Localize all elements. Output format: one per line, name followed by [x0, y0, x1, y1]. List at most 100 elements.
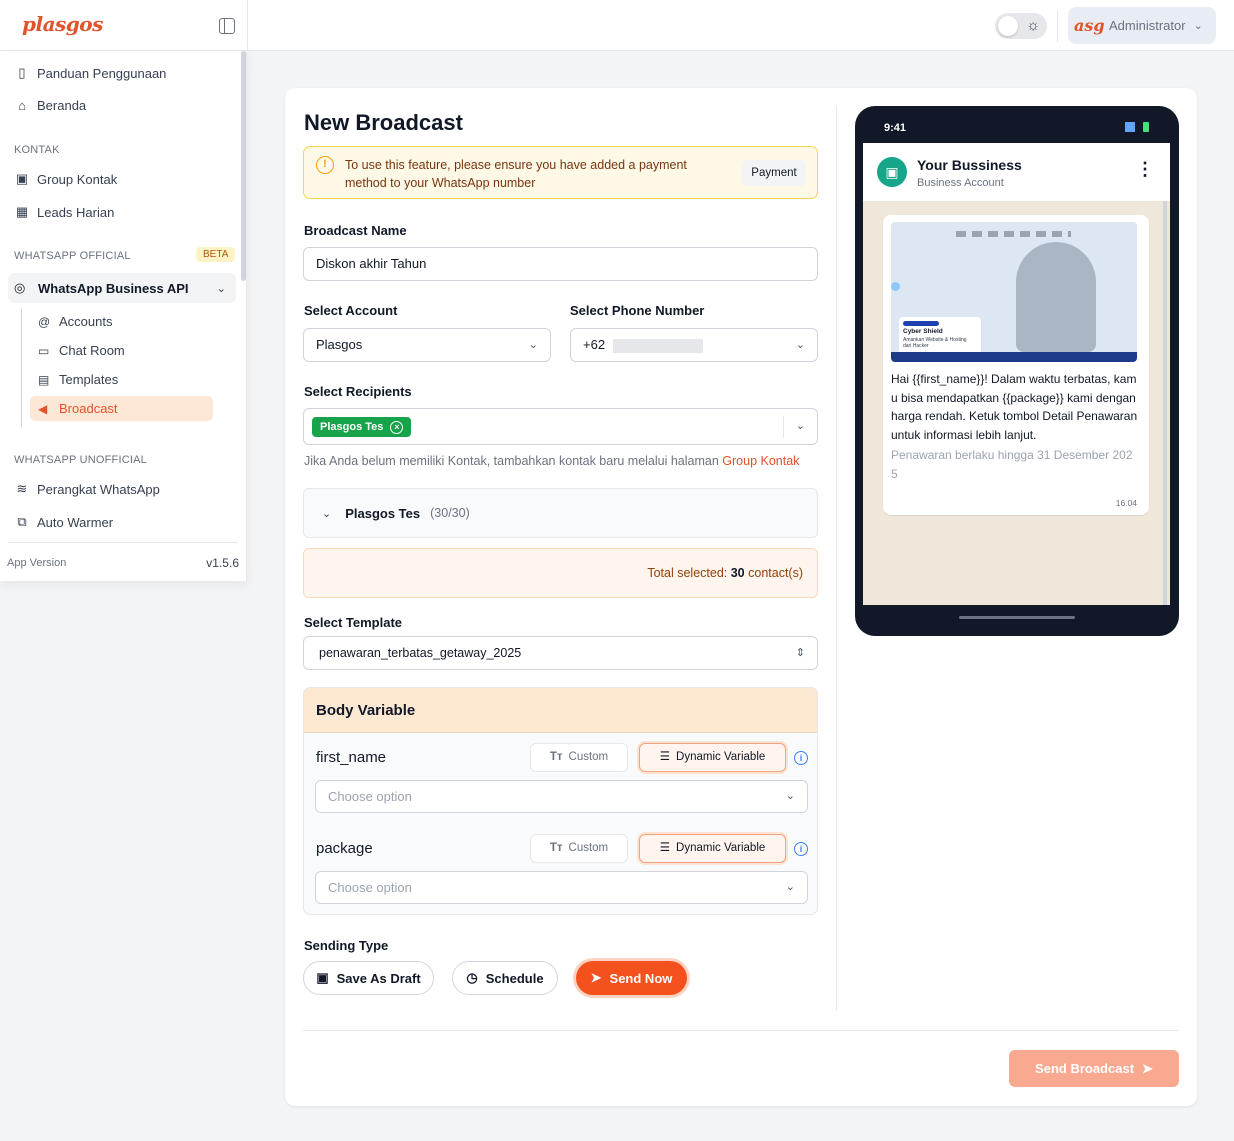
select-template-label: Select Template — [304, 615, 403, 630]
recipient-tag[interactable]: Plasgos Tes × — [312, 417, 412, 437]
divider — [303, 1030, 1179, 1031]
app-version-label: App Version — [7, 557, 67, 569]
recipients-select[interactable]: Plasgos Tes × ⌄ — [303, 408, 818, 445]
sidebar-item-panduan[interactable]: ▯ Panduan Penggunaan — [14, 65, 166, 81]
sidebar-item-beranda[interactable]: ⌂ Beranda — [14, 98, 86, 113]
sidebar-item-broadcast[interactable]: ◀ Broadcast — [30, 396, 213, 421]
app-version-value: v1.5.6 — [206, 556, 239, 570]
dynamic-variable-button[interactable]: ☰ Dynamic Variable — [639, 834, 786, 863]
image-stripe — [891, 352, 1137, 362]
body-variable-panel: Body Variable first_name Tт Custom ☰ Dynam… — [303, 687, 818, 915]
close-icon[interactable]: × — [390, 420, 404, 434]
redacted-phone — [612, 338, 703, 353]
select-account-value: Plasgos — [316, 337, 363, 352]
divider — [247, 0, 248, 51]
message-bubble: Cyber Shield Amankan Website & Hosting d… — [883, 215, 1149, 515]
chevron-down-icon: ⌄ — [216, 282, 226, 295]
list-icon: ☰ — [659, 751, 671, 763]
select-phone-label: Select Phone Number — [570, 303, 705, 318]
sidebar-scrollbar[interactable] — [241, 51, 246, 281]
sidebar-item-whatsapp-api[interactable]: ◎ WhatsApp Business API ⌄ — [8, 273, 236, 303]
send-broadcast-label: Send Broadcast — [1035, 1061, 1135, 1076]
hacker-figure — [1016, 242, 1096, 352]
send-broadcast-button[interactable]: Send Broadcast ➤ — [1009, 1050, 1179, 1087]
toggle-knob — [998, 16, 1018, 36]
save-draft-button[interactable]: ▣ Save As Draft — [303, 961, 434, 995]
sidebar-item-label: Leads Harian — [37, 204, 115, 220]
save-icon: ▣ — [316, 970, 329, 985]
sidebar-item-group-kontak[interactable]: ▣ Group Kontak — [14, 171, 117, 187]
list-icon: ☰ — [659, 842, 671, 854]
business-name: Your Bussiness — [917, 157, 1022, 173]
total-selected: Total selected: 30 contact(s) — [303, 548, 818, 598]
book-icon: ▯ — [18, 65, 26, 80]
chevron-down-icon: ⌄ — [528, 339, 538, 351]
sidebar-item-perangkat[interactable]: ≋ Perangkat WhatsApp — [14, 481, 160, 497]
sidebar-item-label: Panduan Penggunaan — [37, 65, 167, 81]
theme-toggle[interactable]: ☼ — [995, 13, 1047, 39]
sidebar-item-label: Group Kontak — [37, 171, 118, 187]
sidebar-item-accounts[interactable]: @ Accounts — [30, 309, 213, 334]
wifi-icon: ≋ — [16, 481, 28, 496]
choose-option-select[interactable]: Choose option ⌄ — [315, 871, 808, 904]
info-icon[interactable]: i — [794, 751, 808, 765]
sidebar-item-chat-room[interactable]: ▭ Chat Room — [30, 338, 213, 363]
total-count: 30 — [730, 566, 745, 580]
promo-title: Cyber Shield — [903, 328, 943, 335]
sidebar-item-auto-warmer[interactable]: ⧉ Auto Warmer — [14, 514, 113, 530]
divider — [1057, 10, 1058, 42]
status-time: 9:41 — [884, 122, 907, 134]
send-icon: ➤ — [590, 970, 602, 985]
info-icon[interactable]: i — [794, 842, 808, 856]
select-phone-dropdown[interactable]: +62 ⌄ — [570, 328, 818, 362]
user-name: Administrator — [1109, 18, 1186, 33]
schedule-button[interactable]: ◷ Schedule — [452, 961, 558, 995]
select-account-dropdown[interactable]: Plasgos ⌄ — [303, 328, 551, 362]
calendar-icon: ▦ — [15, 204, 29, 219]
preview-scrollbar[interactable] — [1163, 201, 1167, 605]
chevron-down-icon: ⌄ — [795, 339, 805, 351]
chat-icon: ▭ — [38, 343, 50, 358]
brand-logo[interactable]: plasgos — [22, 12, 103, 36]
status-icons — [1125, 122, 1151, 132]
select-template-dropdown[interactable]: penawaran_terbatas_getaway_2025 ⇕ — [303, 636, 818, 670]
sending-type-label: Sending Type — [304, 938, 389, 953]
chevron-down-icon: ⌄ — [785, 790, 795, 802]
home-icon: ⌂ — [18, 98, 26, 113]
battery-icon — [1143, 122, 1149, 132]
broadcast-name-input[interactable]: Diskon akhir Tahun — [303, 247, 818, 281]
sidebar-item-templates[interactable]: ▤ Templates — [30, 367, 213, 392]
sidebar-collapse-icon[interactable] — [219, 18, 235, 34]
message-time: 16.04 — [1115, 498, 1137, 508]
sidebar-item-label: Beranda — [37, 98, 87, 113]
group-accordion[interactable]: ⌄ Plasgos Tes (30/30) — [303, 488, 818, 538]
signal-icon — [1125, 122, 1135, 132]
send-now-button[interactable]: ➤ Send Now — [576, 961, 687, 995]
megaphone-icon: ◀ — [38, 401, 48, 416]
dynamic-label: Dynamic Variable — [676, 842, 766, 854]
clock-icon: ◷ — [466, 970, 478, 985]
select-recipients-label: Select Recipients — [304, 384, 412, 399]
sidebar-item-leads-harian[interactable]: ▦ Leads Harian — [14, 204, 114, 220]
message-image: Cyber Shield Amankan Website & Hosting d… — [891, 222, 1137, 362]
choose-option-select[interactable]: Choose option ⌄ — [315, 780, 808, 813]
message-footer: Penawaran berlaku hingga 31 Desember 202… — [891, 448, 1133, 481]
dynamic-variable-button[interactable]: ☰ Dynamic Variable — [639, 743, 786, 772]
home-indicator — [959, 616, 1075, 619]
chevron-down-icon[interactable]: ⌄ — [796, 419, 805, 432]
sidebar-item-label: Templates — [59, 372, 119, 387]
text-icon: Tт — [549, 842, 563, 854]
more-icon: ⋮ — [1136, 159, 1154, 179]
chevron-down-icon: ⌄ — [1193, 20, 1203, 32]
select-phone-value: +62 — [583, 337, 606, 352]
custom-label: Custom — [568, 751, 609, 763]
promo-pill — [903, 321, 939, 326]
user-menu[interactable]: asgos Administrator ⌄ — [1068, 7, 1216, 44]
warmer-icon: ⧉ — [17, 514, 27, 529]
business-sub: Business Account — [917, 177, 1004, 189]
custom-button[interactable]: Tт Custom — [530, 834, 628, 863]
chevron-down-icon: ⌄ — [322, 507, 332, 520]
payment-button[interactable]: Payment — [742, 160, 806, 186]
group-kontak-link[interactable]: Group Kontak — [722, 454, 799, 468]
custom-button[interactable]: Tт Custom — [530, 743, 628, 772]
